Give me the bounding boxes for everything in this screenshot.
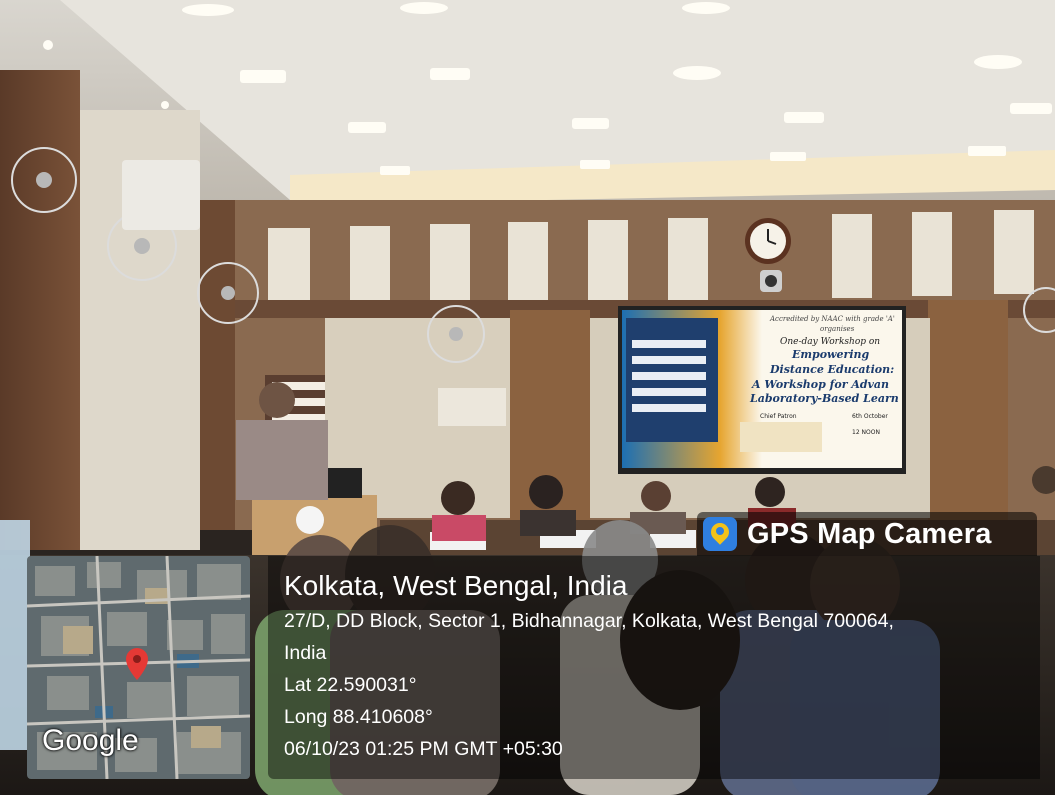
slide-line6: A Workshop for Advan	[751, 378, 889, 391]
google-logo: Google	[42, 724, 139, 757]
slide-line3: One-day Workshop on	[780, 337, 880, 347]
location-info-panel: Kolkata, West Bengal, India 27/D, DD Blo…	[268, 556, 1040, 779]
address-line1: 27/D, DD Block, Sector 1, Bidhannagar, K…	[284, 610, 894, 632]
slide-chief: Chief Patron	[760, 413, 797, 420]
app-name: GPS Map Camera	[747, 517, 992, 550]
datetime: 06/10/23 01:25 PM GMT +05:30	[284, 738, 563, 760]
slide-line7: Laboratory-Based Learn	[749, 392, 899, 405]
slide-line2: organises	[820, 325, 855, 333]
slide-date: 6th October	[852, 413, 888, 420]
slide-line1: Accredited by NAAC with grade 'A'	[769, 315, 895, 323]
gps-map-camera-icon	[703, 517, 737, 551]
address-line2: India	[284, 642, 327, 664]
gps-app-badge: GPS Map Camera	[697, 512, 1037, 556]
latitude: Lat 22.590031°	[284, 674, 417, 696]
place-title: Kolkata, West Bengal, India	[284, 570, 628, 601]
slide-time: 12 NOON	[852, 429, 880, 436]
longitude: Long 88.410608°	[284, 706, 433, 728]
slide-line4: Empowering	[791, 348, 869, 361]
slide-line5: Distance Education:	[769, 363, 894, 376]
